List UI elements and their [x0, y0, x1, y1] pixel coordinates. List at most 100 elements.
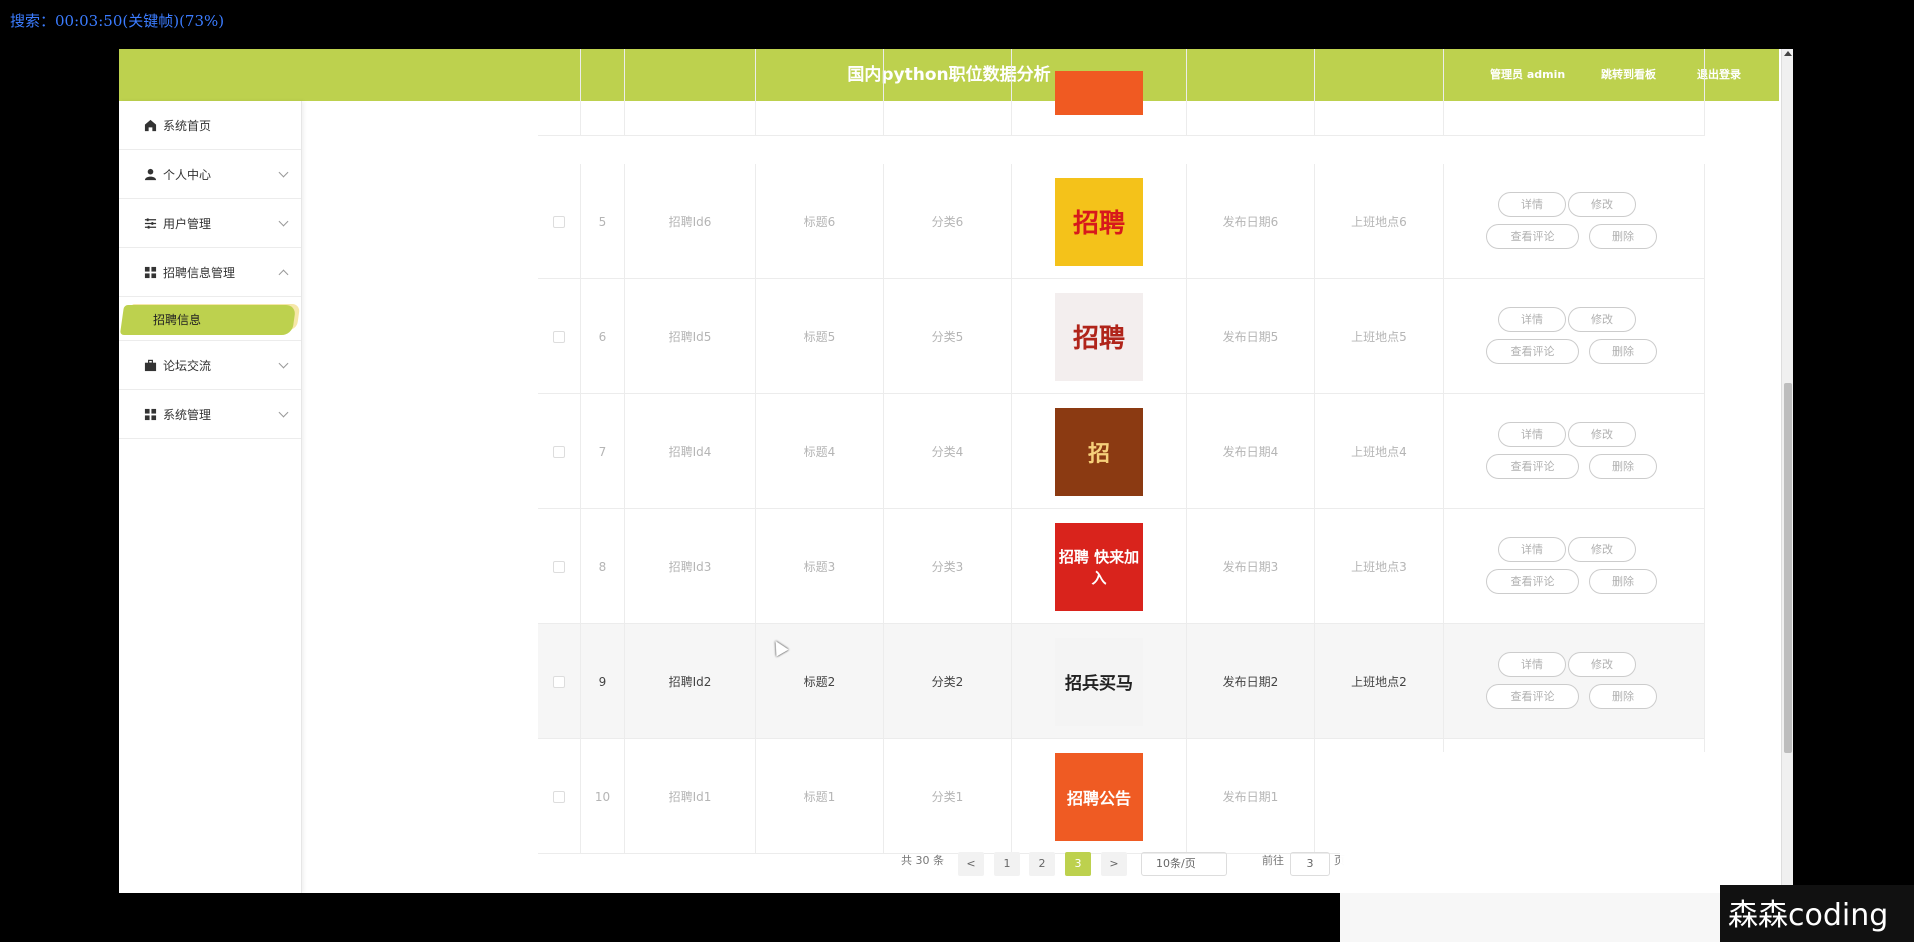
- sidebar-item-users[interactable]: 用户管理: [119, 199, 301, 248]
- scroll-up-icon[interactable]: [1784, 51, 1792, 56]
- pagination-total: 共 30 条: [901, 854, 944, 867]
- view-comments-button[interactable]: 查看评论: [1486, 454, 1579, 479]
- edit-button[interactable]: 修改: [1568, 652, 1636, 677]
- sidebar-item-home[interactable]: 系统首页: [119, 101, 301, 150]
- page-size-value: 10条/页: [1156, 857, 1196, 870]
- checkbox-cell: [538, 509, 581, 624]
- scrollbar-thumb[interactable]: [1784, 383, 1792, 753]
- category-cell: 分类2: [884, 624, 1012, 739]
- category-cell: 分类5: [884, 279, 1012, 394]
- detail-button[interactable]: 详情: [1498, 537, 1566, 562]
- row-checkbox[interactable]: [553, 215, 565, 228]
- sidebar-item-label: 论坛交流: [163, 358, 212, 373]
- delete-button[interactable]: 删除: [1589, 684, 1657, 709]
- edit-button[interactable]: 修改: [1568, 192, 1636, 217]
- delete-button[interactable]: 删除: [1589, 454, 1657, 479]
- date-cell: 发布日期4: [1187, 394, 1315, 509]
- row-checkbox[interactable]: [553, 330, 565, 343]
- delete-button[interactable]: 删除: [1589, 339, 1657, 364]
- page-3-button[interactable]: 3: [1065, 852, 1091, 876]
- sidebar-subitem-recruit-info[interactable]: 招聘信息: [119, 297, 301, 341]
- sidebar-item-forum[interactable]: 论坛交流: [119, 341, 301, 390]
- job-image: 招兵买马: [1055, 637, 1143, 726]
- next-page-button[interactable]: >: [1101, 852, 1127, 876]
- detail-button[interactable]: 详情: [1498, 652, 1566, 677]
- job-image-caption: 招聘 快来加入: [1058, 547, 1140, 587]
- id-cell: 招聘Id4: [625, 394, 756, 509]
- view-comments-button[interactable]: 查看评论: [1486, 224, 1579, 249]
- title-cell: 标题1: [756, 739, 884, 854]
- sidebar-item-system[interactable]: 系统管理: [119, 390, 301, 439]
- edit-button[interactable]: 修改: [1568, 537, 1636, 562]
- title-cell: 标题3: [756, 509, 884, 624]
- chevron-down-icon: [278, 407, 289, 418]
- actions-cell: 详情 修改查看评论 删除: [1444, 509, 1705, 624]
- date-cell: 发布日期2: [1187, 624, 1315, 739]
- delete-button[interactable]: 删除: [1589, 224, 1657, 249]
- job-image-caption: 招聘: [1072, 209, 1125, 239]
- job-image: 招聘 快来加入: [1055, 522, 1143, 611]
- chevron-down-icon: [278, 216, 289, 227]
- page-1-button[interactable]: 1: [994, 852, 1020, 876]
- page-2-button[interactable]: 2: [1029, 852, 1055, 876]
- id-cell: 招聘Id2: [625, 624, 756, 739]
- job-image-caption: 招: [1087, 441, 1110, 467]
- row-checkbox[interactable]: [553, 445, 565, 458]
- edit-button[interactable]: 修改: [1568, 422, 1636, 447]
- job-image-caption: 招兵买马: [1065, 674, 1133, 694]
- chevron-up-icon: [278, 269, 289, 280]
- page-size-select[interactable]: 10条/页: [1141, 852, 1227, 876]
- row-checkbox[interactable]: [553, 790, 565, 803]
- image-cell: 招: [1012, 394, 1187, 509]
- user-icon: [143, 167, 157, 181]
- detail-button[interactable]: 详情: [1498, 307, 1566, 332]
- index-cell: 6: [581, 279, 625, 394]
- sidebar-item-label: 用户管理: [163, 216, 212, 231]
- place-cell: 上班地点2: [1315, 624, 1444, 739]
- date-cell: 发布日期5: [1187, 279, 1315, 394]
- sidebar-item-label: 系统首页: [163, 118, 212, 133]
- actions-cell: 详情 修改查看评论 删除: [1444, 624, 1705, 739]
- category-cell: 分类1: [884, 739, 1012, 854]
- index-cell: 5: [581, 164, 625, 279]
- id-cell: 招聘Id1: [625, 739, 756, 854]
- goto-page-input[interactable]: 3: [1290, 852, 1330, 876]
- active-highlight: [119, 305, 297, 335]
- image-cell: 招聘公告: [1012, 739, 1187, 854]
- title-cell: 标题6: [756, 164, 884, 279]
- index-cell: 9: [581, 624, 625, 739]
- view-comments-button[interactable]: 查看评论: [1486, 684, 1579, 709]
- delete-button[interactable]: 删除: [1589, 569, 1657, 594]
- job-image-caption: 招聘: [1072, 324, 1125, 354]
- checkbox-cell: [538, 279, 581, 394]
- table-row: 7 招聘Id4 标题4 分类4 招发布日期4 上班地点4 详情 修改 查看评论 删除: [538, 394, 1705, 509]
- category-cell: 分类6: [884, 164, 1012, 279]
- checkbox-cell: [538, 624, 581, 739]
- index-cell: 7: [581, 394, 625, 509]
- sidebar-item-label: 个人中心: [163, 167, 212, 182]
- vertical-scrollbar[interactable]: [1781, 49, 1793, 893]
- sidebar-item-personal[interactable]: 个人中心: [119, 150, 301, 199]
- title-cell: 标题4: [756, 394, 884, 509]
- job-image: 招聘: [1055, 177, 1143, 266]
- sidebar-item-label: 系统管理: [163, 407, 212, 422]
- edit-button[interactable]: 修改: [1568, 307, 1636, 332]
- chevron-down-icon: [278, 358, 289, 369]
- table-row: [538, 49, 1705, 136]
- view-comments-button[interactable]: 查看评论: [1486, 569, 1579, 594]
- home-icon: [143, 118, 157, 132]
- sidebar-item-recruit-manage[interactable]: 招聘信息管理: [119, 248, 301, 297]
- checkbox-cell: [538, 739, 581, 854]
- actions-cell: 详情 修改查看评论 删除: [1444, 279, 1705, 394]
- prev-page-button[interactable]: <: [958, 852, 984, 876]
- row-checkbox[interactable]: [553, 675, 565, 688]
- id-cell: 招聘Id6: [625, 164, 756, 279]
- view-comments-button[interactable]: 查看评论: [1486, 339, 1579, 364]
- image-cell: 招聘: [1012, 164, 1187, 279]
- job-image: 招: [1055, 407, 1143, 496]
- detail-button[interactable]: 详情: [1498, 422, 1566, 447]
- row-checkbox[interactable]: [553, 560, 565, 573]
- detail-button[interactable]: 详情: [1498, 192, 1566, 217]
- date-cell: 发布日期6: [1187, 164, 1315, 279]
- id-cell: 招聘Id5: [625, 279, 756, 394]
